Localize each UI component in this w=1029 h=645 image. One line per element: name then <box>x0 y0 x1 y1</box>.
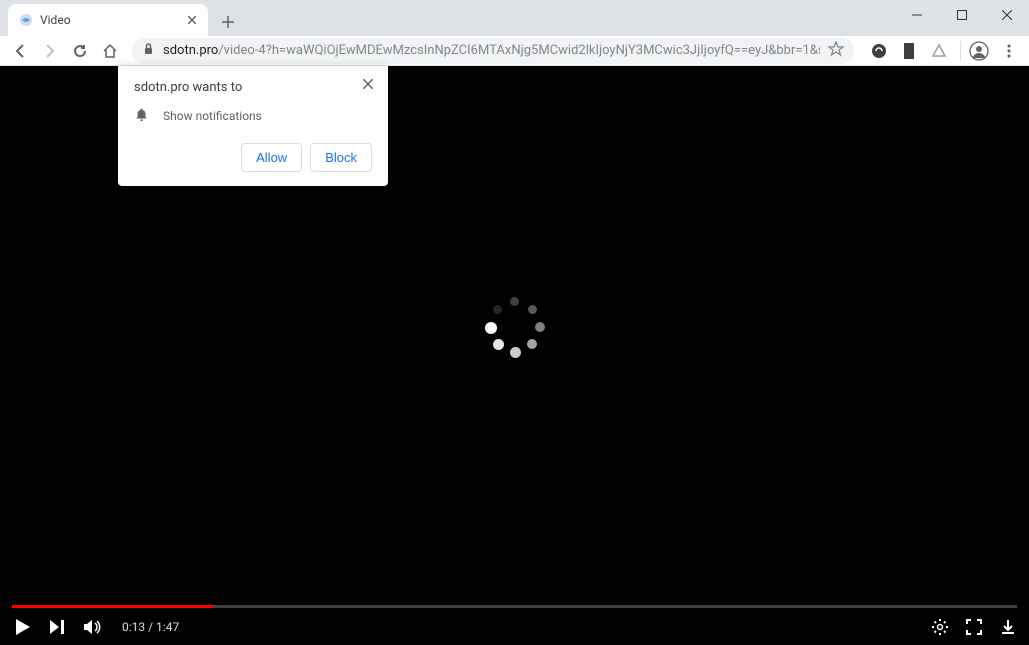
permission-request-row: Show notifications <box>134 107 372 125</box>
back-button[interactable] <box>6 37 34 65</box>
loading-spinner <box>485 297 545 357</box>
extension-icon-1[interactable] <box>870 42 888 60</box>
page-content: sdotn.pro wants to Show notifications Al… <box>0 66 1029 645</box>
next-button[interactable] <box>48 618 66 636</box>
fullscreen-button[interactable] <box>965 618 983 636</box>
address-bar[interactable]: sdotn.pro/video-4?h=waWQiOjEwMDEwMzcsInN… <box>132 38 854 64</box>
lock-icon <box>142 42 155 59</box>
permission-title: sdotn.pro wants to <box>134 80 372 95</box>
video-time-display: 0:13 / 1:47 <box>122 620 179 634</box>
extension-icon-3[interactable] <box>930 42 948 60</box>
extension-icons <box>862 42 956 60</box>
permission-request-text: Show notifications <box>163 109 262 123</box>
new-tab-button[interactable] <box>214 8 242 36</box>
play-button[interactable] <box>12 617 32 637</box>
close-window-button[interactable] <box>984 0 1029 30</box>
tab-title: Video <box>40 13 178 27</box>
profile-button[interactable] <box>965 37 993 65</box>
block-button[interactable]: Block <box>310 143 372 172</box>
volume-button[interactable] <box>82 617 102 637</box>
allow-button[interactable]: Allow <box>241 143 302 172</box>
url-text: sdotn.pro/video-4?h=waWQiOjEwMDEwMzcsInN… <box>163 43 820 58</box>
reload-button[interactable] <box>66 37 94 65</box>
extension-icon-2[interactable] <box>900 42 918 60</box>
permission-popup: sdotn.pro wants to Show notifications Al… <box>118 66 388 186</box>
maximize-button[interactable] <box>939 0 984 30</box>
home-button[interactable] <box>96 37 124 65</box>
toolbar-divider <box>960 41 961 61</box>
bell-icon <box>134 107 149 125</box>
video-controls: 0:13 / 1:47 <box>0 608 1029 645</box>
permission-close-button[interactable] <box>358 74 378 94</box>
tab-bar: Video <box>0 0 1029 36</box>
bookmark-star-icon[interactable] <box>828 41 844 61</box>
tab-close-button[interactable] <box>184 12 200 28</box>
minimize-button[interactable] <box>894 0 939 30</box>
menu-button[interactable] <box>995 37 1023 65</box>
browser-toolbar: sdotn.pro/video-4?h=waWQiOjEwMDEwMzcsInN… <box>0 36 1029 66</box>
url-domain: sdotn.pro <box>163 43 218 58</box>
browser-tab[interactable]: Video <box>8 4 208 36</box>
settings-button[interactable] <box>931 618 949 636</box>
forward-button[interactable] <box>36 37 64 65</box>
download-button[interactable] <box>999 618 1017 636</box>
tab-favicon-icon <box>18 12 34 28</box>
url-path: /video-4?h=waWQiOjEwMDEwMzcsInNpZCI6MTAx… <box>218 43 820 58</box>
